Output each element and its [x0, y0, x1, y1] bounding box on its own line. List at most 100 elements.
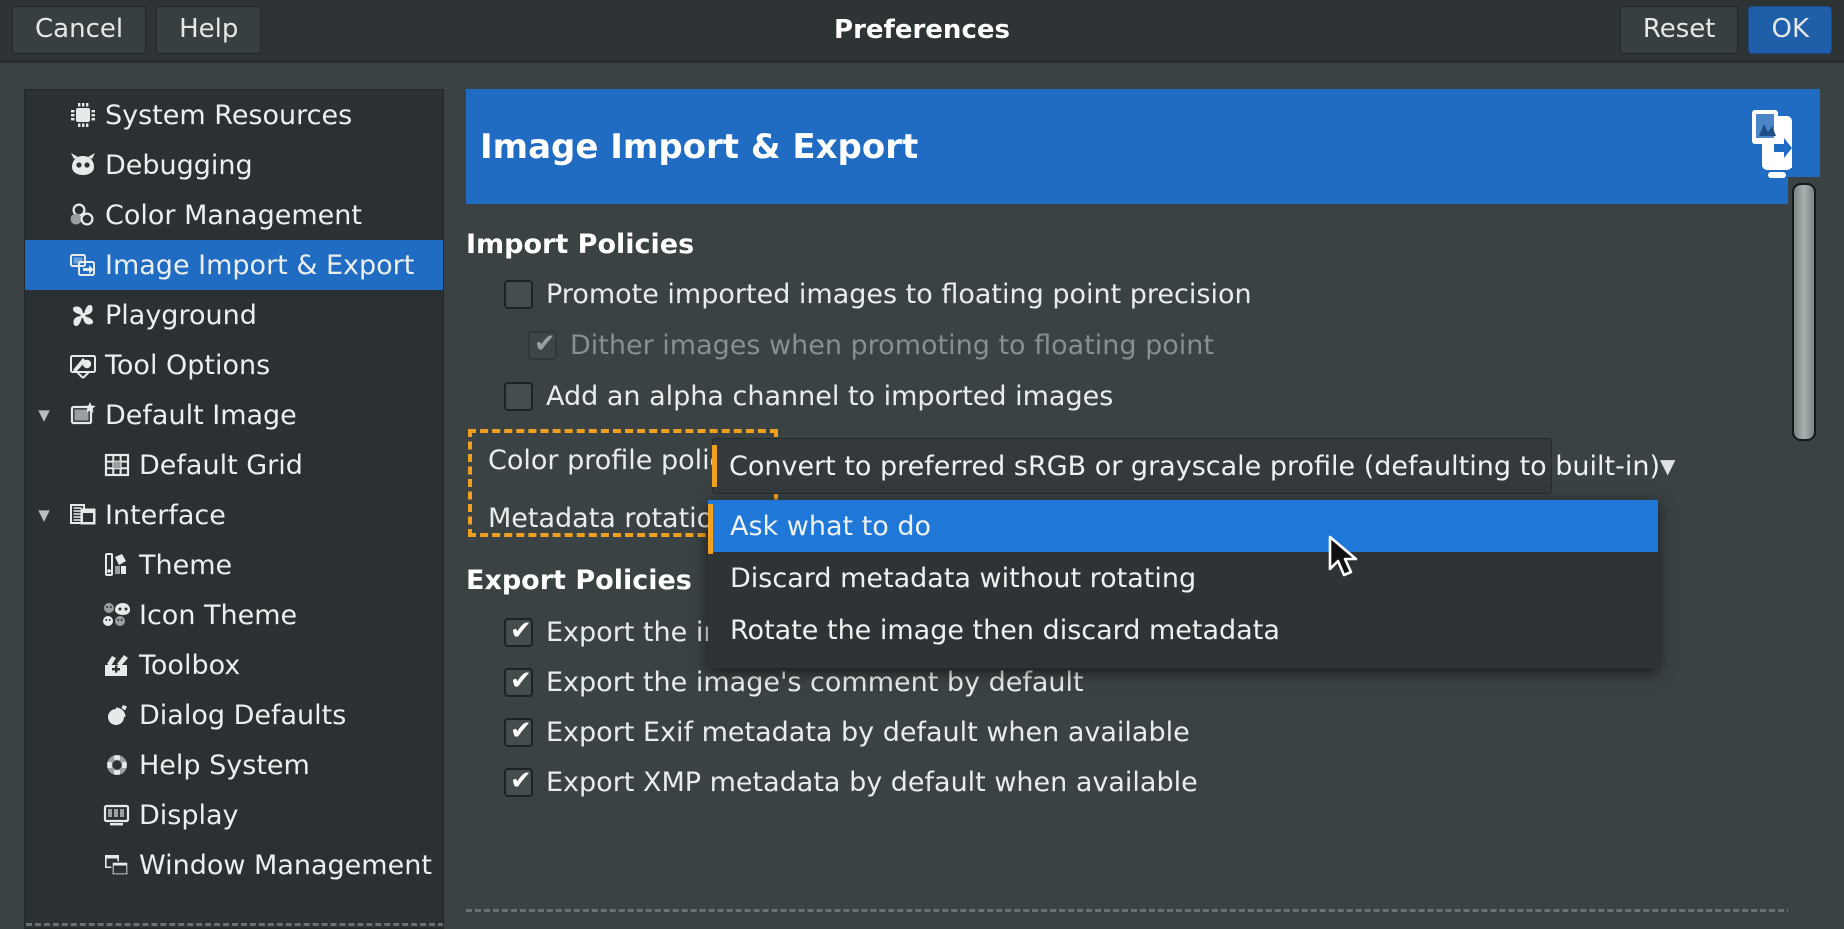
- preferences-sidebar[interactable]: System Resources Debugging Color Managemen…: [24, 89, 444, 929]
- dialog-titlebar: Cancel Help Reset OK: [0, 0, 1844, 60]
- expander-triangle-icon[interactable]: ▼: [25, 506, 63, 524]
- sidebar-item-label: Help System: [139, 749, 310, 781]
- sidebar-item-interface[interactable]: ▼ Interface: [25, 490, 443, 540]
- sidebar-item-label: System Resources: [105, 99, 353, 131]
- dropdown-option-list: Ask what to do Discard metadata without r…: [708, 500, 1658, 656]
- promote-float-label: Promote imported images to floating poin…: [546, 279, 1252, 310]
- checkbox-row-dither-float[interactable]: ✔ Dither images when promoting to floati…: [528, 330, 1214, 361]
- sidebar-item-label: Default Image: [105, 399, 297, 431]
- sidebar-item-label: Icon Theme: [139, 599, 298, 631]
- chevron-down-icon: ▼: [1660, 454, 1676, 478]
- promote-float-checkbox[interactable]: [504, 280, 533, 309]
- cancel-button[interactable]: Cancel: [12, 6, 147, 54]
- dialog-body: System Resources Debugging Color Managemen…: [0, 63, 1844, 929]
- add-alpha-label: Add an alpha channel to imported images: [546, 381, 1114, 412]
- ok-button[interactable]: OK: [1748, 6, 1832, 54]
- main-scrollbar-thumb[interactable]: [1792, 183, 1816, 441]
- checkbox-row-promote-float[interactable]: Promote imported images to floating poin…: [504, 279, 1252, 310]
- checkbox-row-add-alpha[interactable]: Add an alpha channel to imported images: [504, 381, 1113, 412]
- tool-options-icon: [63, 348, 103, 382]
- export-exif-label: Export Exif metadata by default when ava…: [546, 717, 1190, 748]
- combobox-focus-marker: [712, 445, 717, 487]
- checkbox-row-export-comment[interactable]: ✔ Export the image's comment by default: [504, 667, 1084, 698]
- sidebar-item-window-management[interactable]: Window Management: [25, 840, 443, 890]
- checkbox-row-export-xmp[interactable]: ✔ Export XMP metadata by default when av…: [504, 767, 1198, 798]
- check-icon: ✔: [510, 716, 532, 746]
- export-xmp-checkbox[interactable]: ✔: [504, 766, 533, 797]
- add-alpha-checkbox[interactable]: [504, 382, 533, 411]
- sidebar-item-label: Display: [139, 799, 239, 831]
- default-image-icon: [63, 398, 103, 432]
- sidebar-item-tool-options[interactable]: Tool Options: [25, 340, 443, 390]
- cpu-chip-icon: [63, 98, 103, 132]
- window-management-icon: [97, 848, 137, 882]
- content-bottom-dashes: [466, 909, 1820, 912]
- sidebar-item-image-import-export[interactable]: Image Import & Export: [25, 240, 443, 290]
- page-header: Image Import & Export: [466, 89, 1820, 204]
- sidebar-item-display[interactable]: Display: [25, 790, 443, 840]
- monitor-icon: [97, 798, 137, 832]
- export-comment-checkbox[interactable]: ✔: [504, 666, 533, 697]
- sidebar-item-playground[interactable]: Playground: [25, 290, 443, 340]
- sidebar-item-label: Playground: [105, 299, 257, 331]
- page-content: Import Policies Promote imported images …: [466, 217, 1820, 929]
- export-color-profile-checkbox[interactable]: ✔: [504, 617, 533, 647]
- checkbox-row-export-exif[interactable]: ✔ Export Exif metadata by default when a…: [504, 717, 1190, 748]
- reset-button[interactable]: Reset: [1619, 6, 1739, 54]
- theme-palette-icon: [97, 548, 137, 582]
- dither-float-checkbox[interactable]: ✔: [528, 330, 557, 360]
- expander-triangle-icon[interactable]: ▼: [25, 406, 63, 424]
- dither-float-label: Dither images when promoting to floating…: [570, 330, 1214, 361]
- grid-icon: [97, 448, 137, 482]
- import-policies-heading: Import Policies: [466, 229, 695, 260]
- image-import-export-icon: [63, 248, 103, 282]
- sidebar-item-label: Toolbox: [139, 649, 241, 681]
- sidebar-item-toolbox[interactable]: Toolbox: [25, 640, 443, 690]
- sidebar-item-default-grid[interactable]: Default Grid: [25, 440, 443, 490]
- export-policies-heading: Export Policies: [466, 565, 692, 596]
- sidebar-item-label: Color Management: [105, 199, 362, 231]
- dropdown-option-ask-what-to-do[interactable]: Ask what to do: [708, 500, 1658, 552]
- metadata-rotation-policy-combobox[interactable]: Convert to preferred sRGB or grayscale p…: [712, 438, 1675, 494]
- sidebar-nav-list: System Resources Debugging Color Managemen…: [25, 90, 443, 890]
- check-icon: ✔: [510, 766, 532, 796]
- wilber-face-icon: [63, 148, 103, 182]
- sidebar-item-label: Interface: [105, 499, 226, 531]
- dropdown-option-label: Ask what to do: [730, 510, 932, 542]
- dropdown-focus-marker: [708, 504, 713, 554]
- sidebar-focus-dashes: [26, 923, 443, 926]
- titlebar-left-buttons: Cancel Help: [12, 6, 262, 54]
- life-ring-icon: [97, 748, 137, 782]
- sidebar-item-color-management[interactable]: Color Management: [25, 190, 443, 240]
- sidebar-item-icon-theme[interactable]: Icon Theme: [25, 590, 443, 640]
- dropdown-option-discard-metadata-without-rotating[interactable]: Discard metadata without rotating: [708, 552, 1658, 604]
- sidebar-item-label: Default Grid: [139, 449, 303, 481]
- combobox-value: Convert to preferred sRGB or grayscale p…: [729, 450, 1660, 482]
- sidebar-item-default-image[interactable]: ▼ Default Image: [25, 390, 443, 440]
- sidebar-item-debugging[interactable]: Debugging: [25, 140, 443, 190]
- sidebar-item-label: Debugging: [105, 149, 253, 181]
- export-exif-checkbox[interactable]: ✔: [504, 716, 533, 747]
- sidebar-item-dialog-defaults[interactable]: Dialog Defaults: [25, 690, 443, 740]
- check-icon: ✔: [510, 666, 532, 696]
- main-scrollbar-track[interactable]: [1788, 177, 1820, 929]
- dropdown-option-label: Discard metadata without rotating: [730, 562, 1197, 594]
- image-import-export-large-icon: [1712, 106, 1798, 188]
- icon-theme-faces-icon: [97, 598, 137, 632]
- metadata-rotation-dropdown-popup[interactable]: Ask what to do Discard metadata without r…: [708, 500, 1658, 668]
- dropdown-option-rotate-the-image-then-discard-metadata[interactable]: Rotate the image then discard metadata: [708, 604, 1658, 656]
- color-circles-icon: [63, 198, 103, 232]
- pinwheel-icon: [63, 298, 103, 332]
- dialog-defaults-icon: [97, 698, 137, 732]
- sidebar-item-system-resources[interactable]: System Resources: [25, 90, 443, 140]
- sidebar-item-label: Dialog Defaults: [139, 699, 347, 731]
- color-profile-policy-label: Color profile policy:: [488, 445, 748, 476]
- export-xmp-label: Export XMP metadata by default when avai…: [546, 767, 1198, 798]
- dropdown-option-label: Rotate the image then discard metadata: [730, 614, 1280, 646]
- help-button[interactable]: Help: [156, 6, 262, 54]
- sidebar-item-theme[interactable]: Theme: [25, 540, 443, 590]
- sidebar-item-label: Window Management: [139, 849, 432, 881]
- sidebar-item-help-system[interactable]: Help System: [25, 740, 443, 790]
- toolbox-icon: [97, 648, 137, 682]
- titlebar-right-buttons: Reset OK: [1619, 6, 1832, 54]
